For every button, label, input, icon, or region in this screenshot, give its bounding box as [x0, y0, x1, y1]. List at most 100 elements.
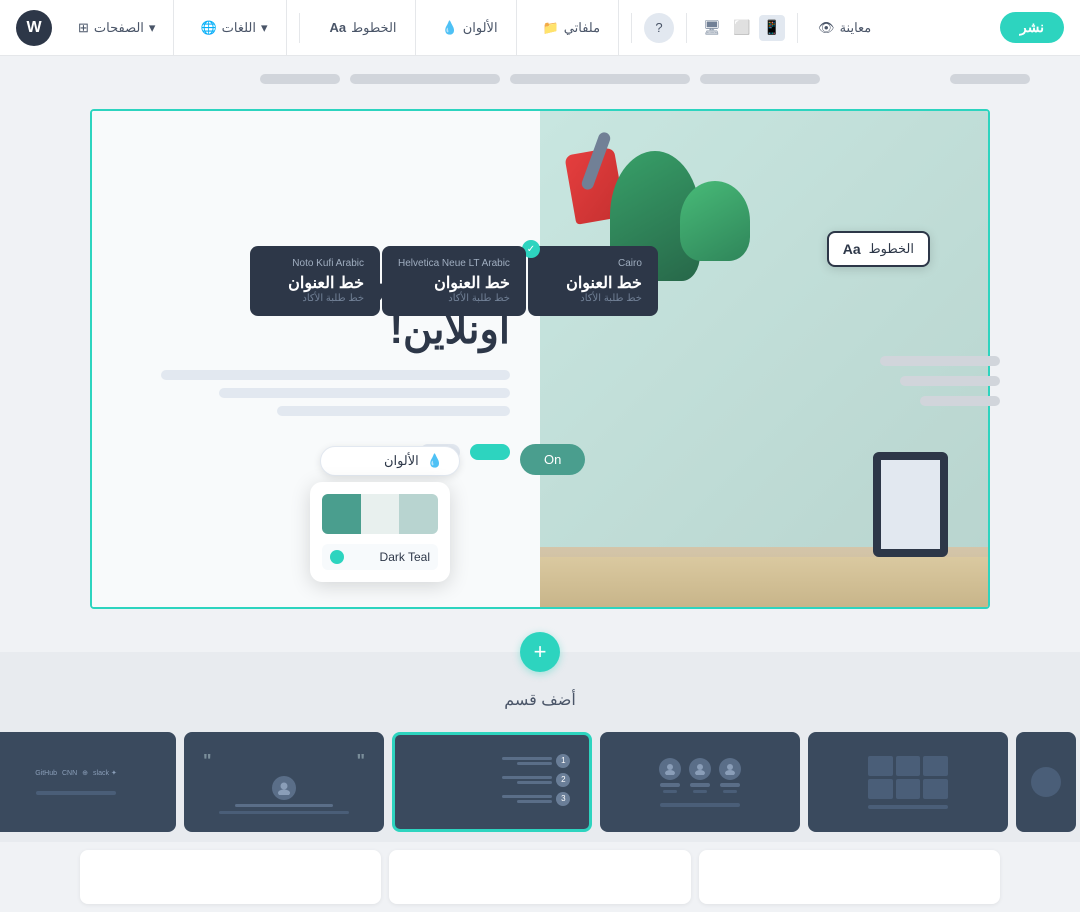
sub-line1 [723, 790, 737, 793]
help-button[interactable]: ? [644, 13, 674, 43]
template-thumb-partial-left[interactable] [1016, 732, 1076, 832]
color-swatches [322, 494, 438, 534]
languages-group: 🌐 اللغات ▾ [182, 0, 286, 55]
languages-dropdown[interactable]: 🌐 اللغات ▾ [192, 15, 275, 41]
top-navigation: W ⊞ الصفحات ▾ 🌐 اللغات ▾ Aa الخطوط 💧 الأ… [0, 0, 1080, 56]
name-line3 [660, 783, 680, 787]
top-placeholder-3 [350, 74, 500, 84]
gallery-label-line [868, 805, 948, 809]
template-thumb-testimonial[interactable]: " " [184, 732, 384, 832]
fonts-header-popup[interactable]: Aa الخطوط [827, 231, 930, 267]
font-selector-popup: ✓ Cairo خط العنوان خط طلبة الأكاد Helvet… [250, 246, 658, 316]
logos-line [36, 791, 116, 795]
colors-dropdown[interactable]: 💧 الألوان [434, 15, 506, 41]
color-swatch-1[interactable] [399, 494, 438, 534]
fonts-dropdown[interactable]: Aa الخطوط [322, 15, 405, 41]
add-section-label: أضف قسم [504, 690, 576, 710]
step-lines3 [502, 795, 552, 803]
colors-trigger-button[interactable]: 💧 الألوان [320, 446, 460, 476]
preview-button[interactable]: 👁 معاينة [810, 15, 879, 41]
step-lines1 [502, 757, 552, 765]
palette-icon: 💧 [442, 20, 458, 36]
testimonial-content: " " [203, 751, 365, 814]
step-lines2 [502, 776, 552, 784]
logo-github: GitHub [35, 770, 57, 777]
top-placeholder-2 [510, 74, 690, 84]
template-thumb-gallery[interactable] [808, 732, 1008, 832]
desktop-icon[interactable]: 🖥 [699, 15, 725, 41]
avatar1 [719, 758, 741, 780]
name-line2 [690, 783, 710, 787]
on-button[interactable]: On [520, 444, 585, 475]
chevron-down-icon2: ▾ [261, 20, 268, 36]
marble-surface [540, 557, 988, 607]
step-row3: 3 [414, 792, 571, 806]
logos-row: ✦ slack ⊕ CNN GitHub [35, 769, 117, 777]
hero-text-line3 [277, 406, 510, 416]
canvas-frame: كبّر مشروعك أونلاين! [90, 109, 990, 609]
avatar2 [689, 758, 711, 780]
template-thumb-steps[interactable]: 1 2 3 [392, 732, 592, 832]
color-swatch-3[interactable] [322, 494, 361, 534]
myfiles-dropdown[interactable]: 📁 ملفاتي [535, 15, 608, 41]
gallery-grid [868, 756, 948, 799]
canvas-right-bar2 [900, 376, 1000, 386]
gallery-item4 [923, 779, 948, 799]
top-placeholder-4 [260, 74, 340, 84]
gallery-item5 [896, 779, 921, 799]
step-row2: 2 [414, 773, 571, 787]
colors-dropdown-panel: Dark Teal [310, 482, 450, 582]
font-card-noto[interactable]: Noto Kufi Arabic خط العنوان خط طلبة الأك… [250, 246, 380, 316]
team-label-line [660, 803, 740, 807]
step-line2b [517, 781, 552, 784]
colors-drop-icon: 💧 [427, 453, 443, 469]
step-line2a [502, 776, 552, 779]
gallery-item6 [868, 779, 893, 799]
color-swatch-2[interactable] [361, 494, 400, 534]
separator3 [686, 13, 687, 43]
sub-line3 [663, 790, 677, 793]
step-line3a [502, 795, 552, 798]
publish-button[interactable]: نشر [1000, 12, 1064, 43]
person2 [689, 758, 711, 793]
hero-section: كبّر مشروعك أونلاين! [92, 111, 988, 607]
globe-icon: 🌐 [200, 20, 216, 36]
font-card-helvetica[interactable]: Helvetica Neue LT Arabic خط العنوان خط ط… [382, 246, 526, 316]
canvas-area: كبّر مشروعك أونلاين! Aa الخطوط ✓ Cairo خ… [0, 56, 1080, 652]
sub-line2 [693, 790, 707, 793]
font-card-cairo[interactable]: ✓ Cairo خط العنوان خط طلبة الأكاد [528, 246, 658, 316]
tablet-icon[interactable]: ⬜ [729, 15, 755, 41]
pages-dropdown[interactable]: ⊞ الصفحات ▾ [70, 15, 163, 41]
step-num1: 1 [556, 754, 570, 768]
template-thumb-team[interactable] [600, 732, 800, 832]
step-num2: 2 [556, 773, 570, 787]
active-color-row[interactable]: Dark Teal [322, 544, 438, 570]
hero-text-line2 [219, 388, 510, 398]
person1 [719, 758, 741, 793]
testimonial-text-line [219, 811, 349, 814]
bottom-row [0, 842, 1080, 912]
add-section-plus-button[interactable]: + [520, 632, 560, 672]
colors-popup-container: 💧 الألوان Dark Teal [320, 446, 460, 582]
template-thumb-logos[interactable]: ✦ slack ⊕ CNN GitHub [0, 732, 176, 832]
pages-group: ⊞ الصفحات ▾ [60, 0, 174, 55]
myfiles-group: 📁 ملفاتي [525, 0, 619, 55]
eye-icon: 👁 [818, 20, 835, 36]
gallery-item3 [868, 756, 893, 776]
name-line1 [720, 783, 740, 787]
testimonial-avatar [272, 776, 296, 800]
gallery-item2 [896, 756, 921, 776]
logo-icon[interactable]: W [16, 10, 52, 46]
step-line1b [517, 762, 552, 765]
colors-group: 💧 الألوان [424, 0, 517, 55]
folder-icon: 📁 [543, 20, 559, 36]
hero-primary-button[interactable] [470, 444, 510, 460]
fonts-group: Aa الخطوط [312, 0, 416, 55]
step-line3b [517, 800, 552, 803]
mobile-icon[interactable]: 📱 [759, 15, 785, 41]
canvas-right-bar3 [920, 396, 1000, 406]
pages-icon: ⊞ [78, 20, 89, 36]
logo-cnn: CNN [62, 770, 77, 777]
tablet-decoration [873, 452, 948, 557]
logo-slack: ✦ slack [93, 769, 117, 777]
